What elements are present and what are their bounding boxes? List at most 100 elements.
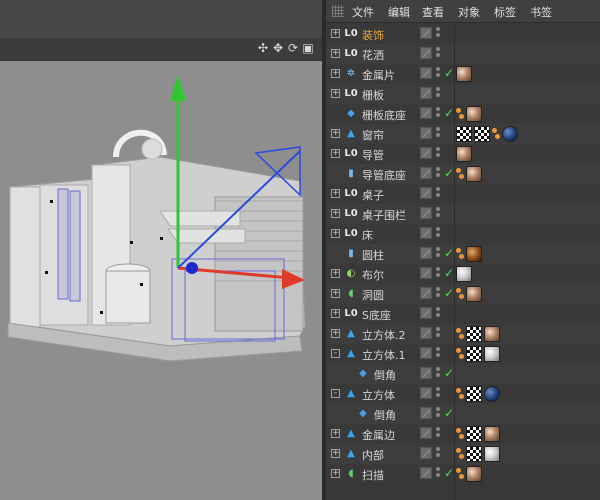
visibility-dots-icon[interactable]: [436, 427, 441, 441]
layer-toggle-icon[interactable]: [420, 67, 432, 79]
column-divider[interactable]: [454, 24, 455, 500]
visibility-dots-icon[interactable]: [436, 227, 441, 241]
menu-file[interactable]: 文件: [352, 4, 374, 20]
object-row[interactable]: + L0 栅板: [326, 84, 600, 105]
layer-toggle-icon[interactable]: [420, 327, 432, 339]
object-row[interactable]: ◆ 倒角 ✓: [326, 404, 600, 425]
layer-toggle-icon[interactable]: [420, 407, 432, 419]
object-row[interactable]: + ◖ 扫描 ✓: [326, 464, 600, 485]
layer-toggle-icon[interactable]: [420, 187, 432, 199]
metal-tag-icon[interactable]: [466, 106, 482, 122]
object-name[interactable]: 花洒: [362, 47, 384, 63]
dotpair-tag-icon[interactable]: [456, 348, 464, 360]
expand-toggle-icon[interactable]: +: [331, 29, 340, 38]
dotpair-tag-icon[interactable]: [456, 388, 464, 400]
viewport-scene[interactable]: [0, 61, 322, 500]
layer-toggle-icon[interactable]: [420, 427, 432, 439]
white-tag-icon[interactable]: [484, 346, 500, 362]
enabled-check-icon[interactable]: ✓: [444, 166, 454, 180]
layer-toggle-icon[interactable]: [420, 347, 432, 359]
layer-toggle-icon[interactable]: [420, 207, 432, 219]
blue-tag-icon[interactable]: [484, 386, 500, 402]
enabled-check-icon[interactable]: ✓: [444, 466, 454, 480]
object-name[interactable]: 金属边: [362, 427, 395, 443]
expand-toggle-icon[interactable]: +: [331, 449, 340, 458]
metal-tag-icon[interactable]: [484, 426, 500, 442]
layer-toggle-icon[interactable]: [420, 447, 432, 459]
move-view-icon[interactable]: ✣: [256, 41, 270, 55]
visibility-dots-icon[interactable]: [436, 347, 441, 361]
layer-toggle-icon[interactable]: [420, 467, 432, 479]
expand-toggle-icon[interactable]: +: [331, 49, 340, 58]
object-row[interactable]: ◆ 栅板底座 ✓: [326, 104, 600, 125]
object-row[interactable]: + L0 桌子: [326, 184, 600, 205]
menu-edit[interactable]: 编辑: [388, 4, 410, 20]
enabled-check-icon[interactable]: ✓: [444, 286, 454, 300]
metal-tag-icon[interactable]: [466, 466, 482, 482]
dotpair-tag-icon[interactable]: [456, 288, 464, 300]
menu-bookmarks[interactable]: 书签: [530, 4, 552, 20]
panel-grip-icon[interactable]: [332, 5, 344, 17]
checker-tag-icon[interactable]: [466, 326, 482, 342]
visibility-dots-icon[interactable]: [436, 307, 441, 321]
layer-toggle-icon[interactable]: [420, 107, 432, 119]
layer-toggle-icon[interactable]: [420, 387, 432, 399]
expand-toggle-icon[interactable]: +: [331, 269, 340, 278]
menu-object[interactable]: 对象: [458, 4, 480, 20]
object-name[interactable]: 装饰: [362, 27, 384, 43]
dotpair-tag-icon[interactable]: [456, 108, 464, 120]
expand-toggle-icon[interactable]: +: [331, 69, 340, 78]
object-row[interactable]: + ▲ 窗帘: [326, 124, 600, 145]
object-name[interactable]: 立方体: [362, 387, 395, 403]
visibility-dots-icon[interactable]: [436, 407, 441, 421]
visibility-dots-icon[interactable]: [436, 267, 441, 281]
menu-view[interactable]: 查看: [422, 4, 444, 20]
object-row[interactable]: + L0 花洒: [326, 44, 600, 65]
object-row[interactable]: + ◐ 布尔 ✓: [326, 264, 600, 285]
visibility-dots-icon[interactable]: [436, 67, 441, 81]
brown-tag-icon[interactable]: [466, 246, 482, 262]
layer-toggle-icon[interactable]: [420, 27, 432, 39]
object-name[interactable]: S底座: [362, 307, 391, 323]
metal-tag-icon[interactable]: [456, 146, 472, 162]
visibility-dots-icon[interactable]: [436, 367, 441, 381]
enabled-check-icon[interactable]: ✓: [444, 246, 454, 260]
object-name[interactable]: 立方体.1: [362, 347, 406, 363]
expand-toggle-icon[interactable]: +: [331, 129, 340, 138]
checker-tag-icon[interactable]: [466, 386, 482, 402]
visibility-dots-icon[interactable]: [436, 287, 441, 301]
layer-toggle-icon[interactable]: [420, 307, 432, 319]
object-name[interactable]: 洞圆: [362, 287, 384, 303]
enabled-check-icon[interactable]: ✓: [444, 266, 454, 280]
object-name[interactable]: 金属片: [362, 67, 395, 83]
checker-tag-icon[interactable]: [466, 426, 482, 442]
white-tag-icon[interactable]: [456, 266, 472, 282]
object-name[interactable]: 栅板底座: [362, 107, 406, 123]
visibility-dots-icon[interactable]: [436, 447, 441, 461]
object-row[interactable]: - ▲ 立方体.1: [326, 344, 600, 365]
layer-toggle-icon[interactable]: [420, 227, 432, 239]
object-row[interactable]: ◆ 倒角 ✓: [326, 364, 600, 385]
3d-viewport[interactable]: ✣ ✥ ⟳ ▣: [0, 0, 322, 500]
object-row[interactable]: + ◖ 洞圆 ✓: [326, 284, 600, 305]
expand-toggle-icon[interactable]: +: [331, 229, 340, 238]
visibility-dots-icon[interactable]: [436, 147, 441, 161]
expand-toggle-icon[interactable]: +: [331, 189, 340, 198]
checker-tag-icon[interactable]: [456, 126, 472, 142]
enabled-check-icon[interactable]: ✓: [444, 406, 454, 420]
expand-toggle-icon[interactable]: -: [331, 349, 340, 358]
maximize-icon[interactable]: ▣: [301, 41, 315, 55]
move-icon[interactable]: ✥: [271, 41, 285, 55]
object-name[interactable]: 窗帘: [362, 127, 384, 143]
expand-toggle-icon[interactable]: +: [331, 149, 340, 158]
expand-toggle-icon[interactable]: +: [331, 89, 340, 98]
metal-tag-icon[interactable]: [484, 326, 500, 342]
visibility-dots-icon[interactable]: [436, 47, 441, 61]
dotpair-tag-icon[interactable]: [456, 468, 464, 480]
object-row[interactable]: + ▲ 金属边: [326, 424, 600, 445]
visibility-dots-icon[interactable]: [436, 187, 441, 201]
visibility-dots-icon[interactable]: [436, 467, 441, 481]
rotate-icon[interactable]: ⟳: [286, 41, 300, 55]
metal-tag-icon[interactable]: [466, 286, 482, 302]
visibility-dots-icon[interactable]: [436, 107, 441, 121]
